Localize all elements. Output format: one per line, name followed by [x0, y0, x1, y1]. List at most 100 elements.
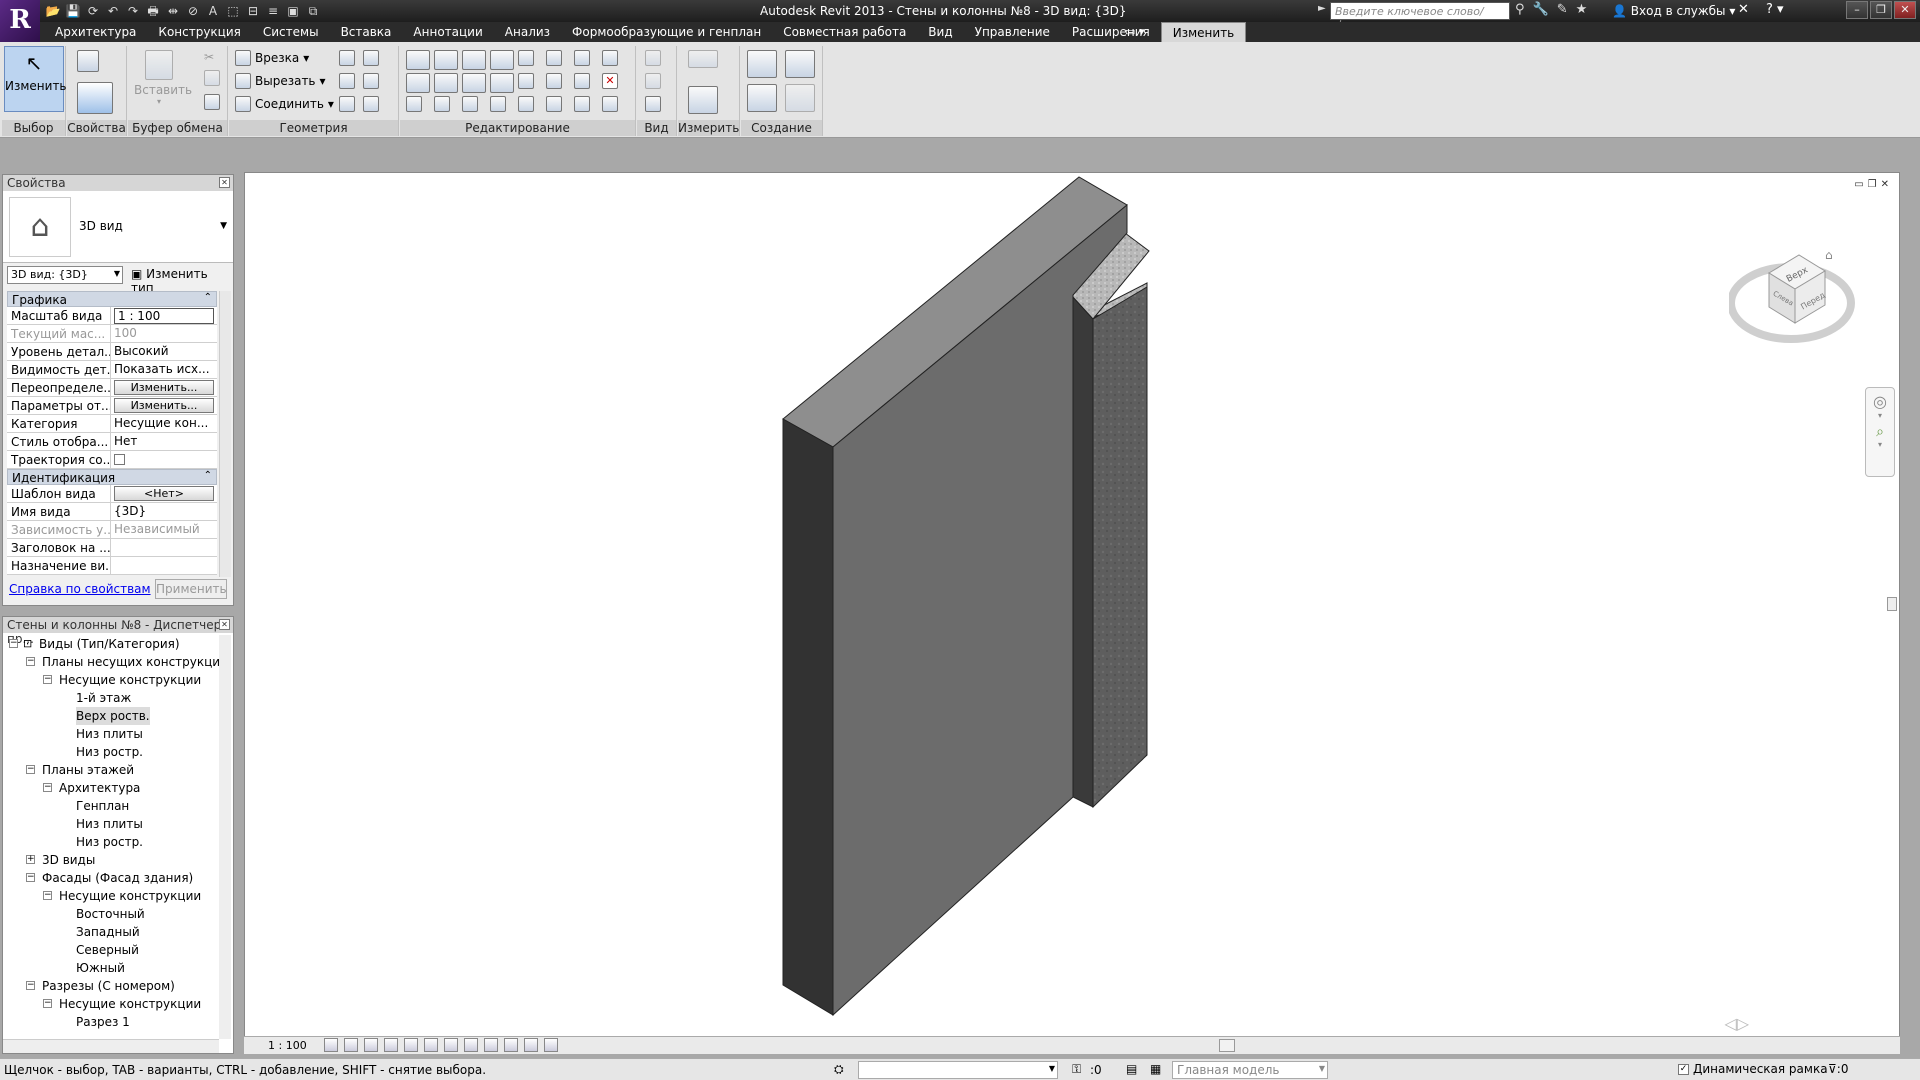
visual-style-icon[interactable]: [344, 1038, 358, 1052]
wall-joins-button[interactable]: [339, 50, 355, 69]
property-value[interactable]: [111, 557, 217, 574]
scale-unused-icon[interactable]: [574, 50, 590, 66]
tab-9[interactable]: Управление: [964, 22, 1061, 42]
create-parts-button[interactable]: [785, 50, 815, 81]
view-scale-input[interactable]: 1 : 100: [114, 308, 214, 324]
collapse-icon[interactable]: −: [26, 657, 35, 666]
type-properties-button[interactable]: [77, 50, 99, 75]
design-option-select[interactable]: Главная модель ▼: [1172, 1061, 1328, 1079]
property-checkbox[interactable]: [114, 454, 125, 465]
close-icon[interactable]: ✕: [219, 619, 230, 630]
favorites-icon[interactable]: ★: [1576, 2, 1588, 17]
match-properties-button[interactable]: [204, 94, 220, 113]
pin-icon[interactable]: [574, 73, 590, 89]
redo-icon[interactable]: ↷: [124, 2, 142, 20]
communication-icon[interactable]: ✎: [1557, 2, 1568, 17]
collapse-icon[interactable]: −: [26, 981, 35, 990]
analytical-model-icon[interactable]: [524, 1038, 538, 1052]
tree-item[interactable]: Низ ростр.: [3, 833, 219, 851]
copy-button[interactable]: [204, 70, 220, 89]
apply-button[interactable]: Применить: [155, 579, 227, 599]
thin-lines-icon[interactable]: ≡: [264, 2, 282, 20]
collapse-icon[interactable]: −: [26, 765, 35, 774]
viewport-vertical-scrollbar[interactable]: [1885, 173, 1899, 1043]
viewport-scroll-thumb[interactable]: [1887, 597, 1897, 611]
tree-item[interactable]: Низ плиты: [3, 815, 219, 833]
collapse-icon[interactable]: ⌃: [204, 292, 212, 303]
tree-item[interactable]: Разрез 1: [3, 1013, 219, 1031]
tree-item[interactable]: − Фасады (Фасад здания): [3, 869, 219, 887]
temp-hide-icon[interactable]: [484, 1038, 498, 1052]
home-icon[interactable]: ⌂: [1825, 248, 1833, 262]
active-workset-select[interactable]: ▼: [858, 1061, 1058, 1079]
search-input[interactable]: Введите ключевое слово/фразу: [1330, 2, 1510, 31]
crop-view-icon[interactable]: [424, 1038, 438, 1052]
tree-item[interactable]: Верх роств.: [3, 707, 219, 725]
3d-viewport[interactable]: ▭ ❐ ✕ Верх Перед Слева ⌂ ◎ ▾ ⌕ ▾ ◁▷: [244, 172, 1900, 1054]
tab-1[interactable]: Конструкция: [147, 22, 251, 42]
tab-10[interactable]: Расширения: [1061, 22, 1161, 42]
undo-icon[interactable]: ↶: [104, 2, 122, 20]
signin-button[interactable]: 👤 Вход в службы ▾: [1612, 4, 1735, 18]
collapse-icon[interactable]: −: [9, 639, 18, 648]
tab-3[interactable]: Вставка: [330, 22, 403, 42]
split-icon[interactable]: [546, 50, 562, 66]
tree-item[interactable]: Низ плиты: [3, 725, 219, 743]
array-icon[interactable]: [518, 73, 534, 89]
linework-button[interactable]: [645, 96, 661, 115]
property-value[interactable]: {3D}: [111, 503, 217, 520]
tab-2[interactable]: Системы: [252, 22, 330, 42]
type-selector[interactable]: ⌂ 3D вид ▼: [3, 191, 233, 263]
show-crop-icon[interactable]: [444, 1038, 458, 1052]
viewcube[interactable]: Верх Перед Слева ⌂: [1729, 241, 1859, 351]
trim-corner-icon[interactable]: [490, 73, 514, 93]
collapse-icon[interactable]: −: [43, 783, 52, 792]
join-button[interactable]: Соединить ▾: [235, 96, 334, 112]
extend-single-icon[interactable]: [546, 96, 562, 112]
open-icon[interactable]: 📂: [44, 2, 62, 20]
tree-item[interactable]: − Планы несущих конструкций: [3, 653, 219, 671]
tree-item[interactable]: − Планы этажей: [3, 761, 219, 779]
unused-a-icon[interactable]: [406, 96, 422, 112]
collapse-icon[interactable]: −: [43, 675, 52, 684]
property-value[interactable]: [111, 451, 217, 468]
collapse-icon[interactable]: ⌃: [204, 470, 212, 481]
tree-item[interactable]: − Несущие конструкции: [3, 671, 219, 689]
property-value[interactable]: Высокий: [111, 343, 217, 360]
close-icon[interactable]: ✕: [219, 177, 230, 188]
measure-icon[interactable]: ⇹: [164, 2, 182, 20]
collapse-icon[interactable]: −: [43, 999, 52, 1008]
switch-windows-icon[interactable]: ⧉: [304, 2, 322, 20]
properties-scrollbar[interactable]: [219, 291, 231, 577]
tree-item[interactable]: Южный: [3, 959, 219, 977]
mirror-draw-axis-icon[interactable]: [490, 50, 514, 70]
close-hidden-icon[interactable]: ▣: [284, 2, 302, 20]
tab-11[interactable]: Изменить: [1160, 22, 1247, 42]
app-menu-button[interactable]: R: [0, 0, 40, 42]
view-scale[interactable]: 1 : 100: [268, 1039, 307, 1052]
demolish-button[interactable]: [339, 73, 355, 92]
shadows-icon[interactable]: [384, 1038, 398, 1052]
filter-icon[interactable]: ⊽:0: [1828, 1062, 1848, 1076]
unpin-icon[interactable]: [602, 50, 618, 66]
help-icon[interactable]: ? ▾: [1766, 2, 1784, 17]
tree-item[interactable]: Западный: [3, 923, 219, 941]
save-icon[interactable]: 💾: [64, 2, 82, 20]
create-group-button[interactable]: [747, 84, 777, 115]
tree-item[interactable]: +3D виды: [3, 851, 219, 869]
property-value[interactable]: [111, 539, 217, 556]
trim-extend-icon[interactable]: [518, 50, 534, 66]
collapse-icon[interactable]: −: [43, 891, 52, 900]
text-icon[interactable]: A: [204, 2, 222, 20]
dynamic-frame-checkbox[interactable]: ✓: [1678, 1063, 1689, 1075]
collapse-icon[interactable]: −: [26, 873, 35, 882]
tree-item[interactable]: 1-й этаж: [3, 689, 219, 707]
print-icon[interactable]: 🖶: [144, 2, 162, 20]
paste-button[interactable]: Вставить ▾: [134, 50, 192, 106]
chevron-down-icon[interactable]: ▼: [220, 221, 227, 231]
worksets-icon[interactable]: ⛭: [834, 1062, 844, 1077]
cut-geometry-button[interactable]: Вырезать ▾: [235, 73, 326, 89]
properties-section-header[interactable]: Идентификация ⌃: [7, 469, 217, 485]
3d-view-icon[interactable]: ⬚: [224, 2, 242, 20]
exchange-icon[interactable]: ✕: [1738, 2, 1749, 17]
